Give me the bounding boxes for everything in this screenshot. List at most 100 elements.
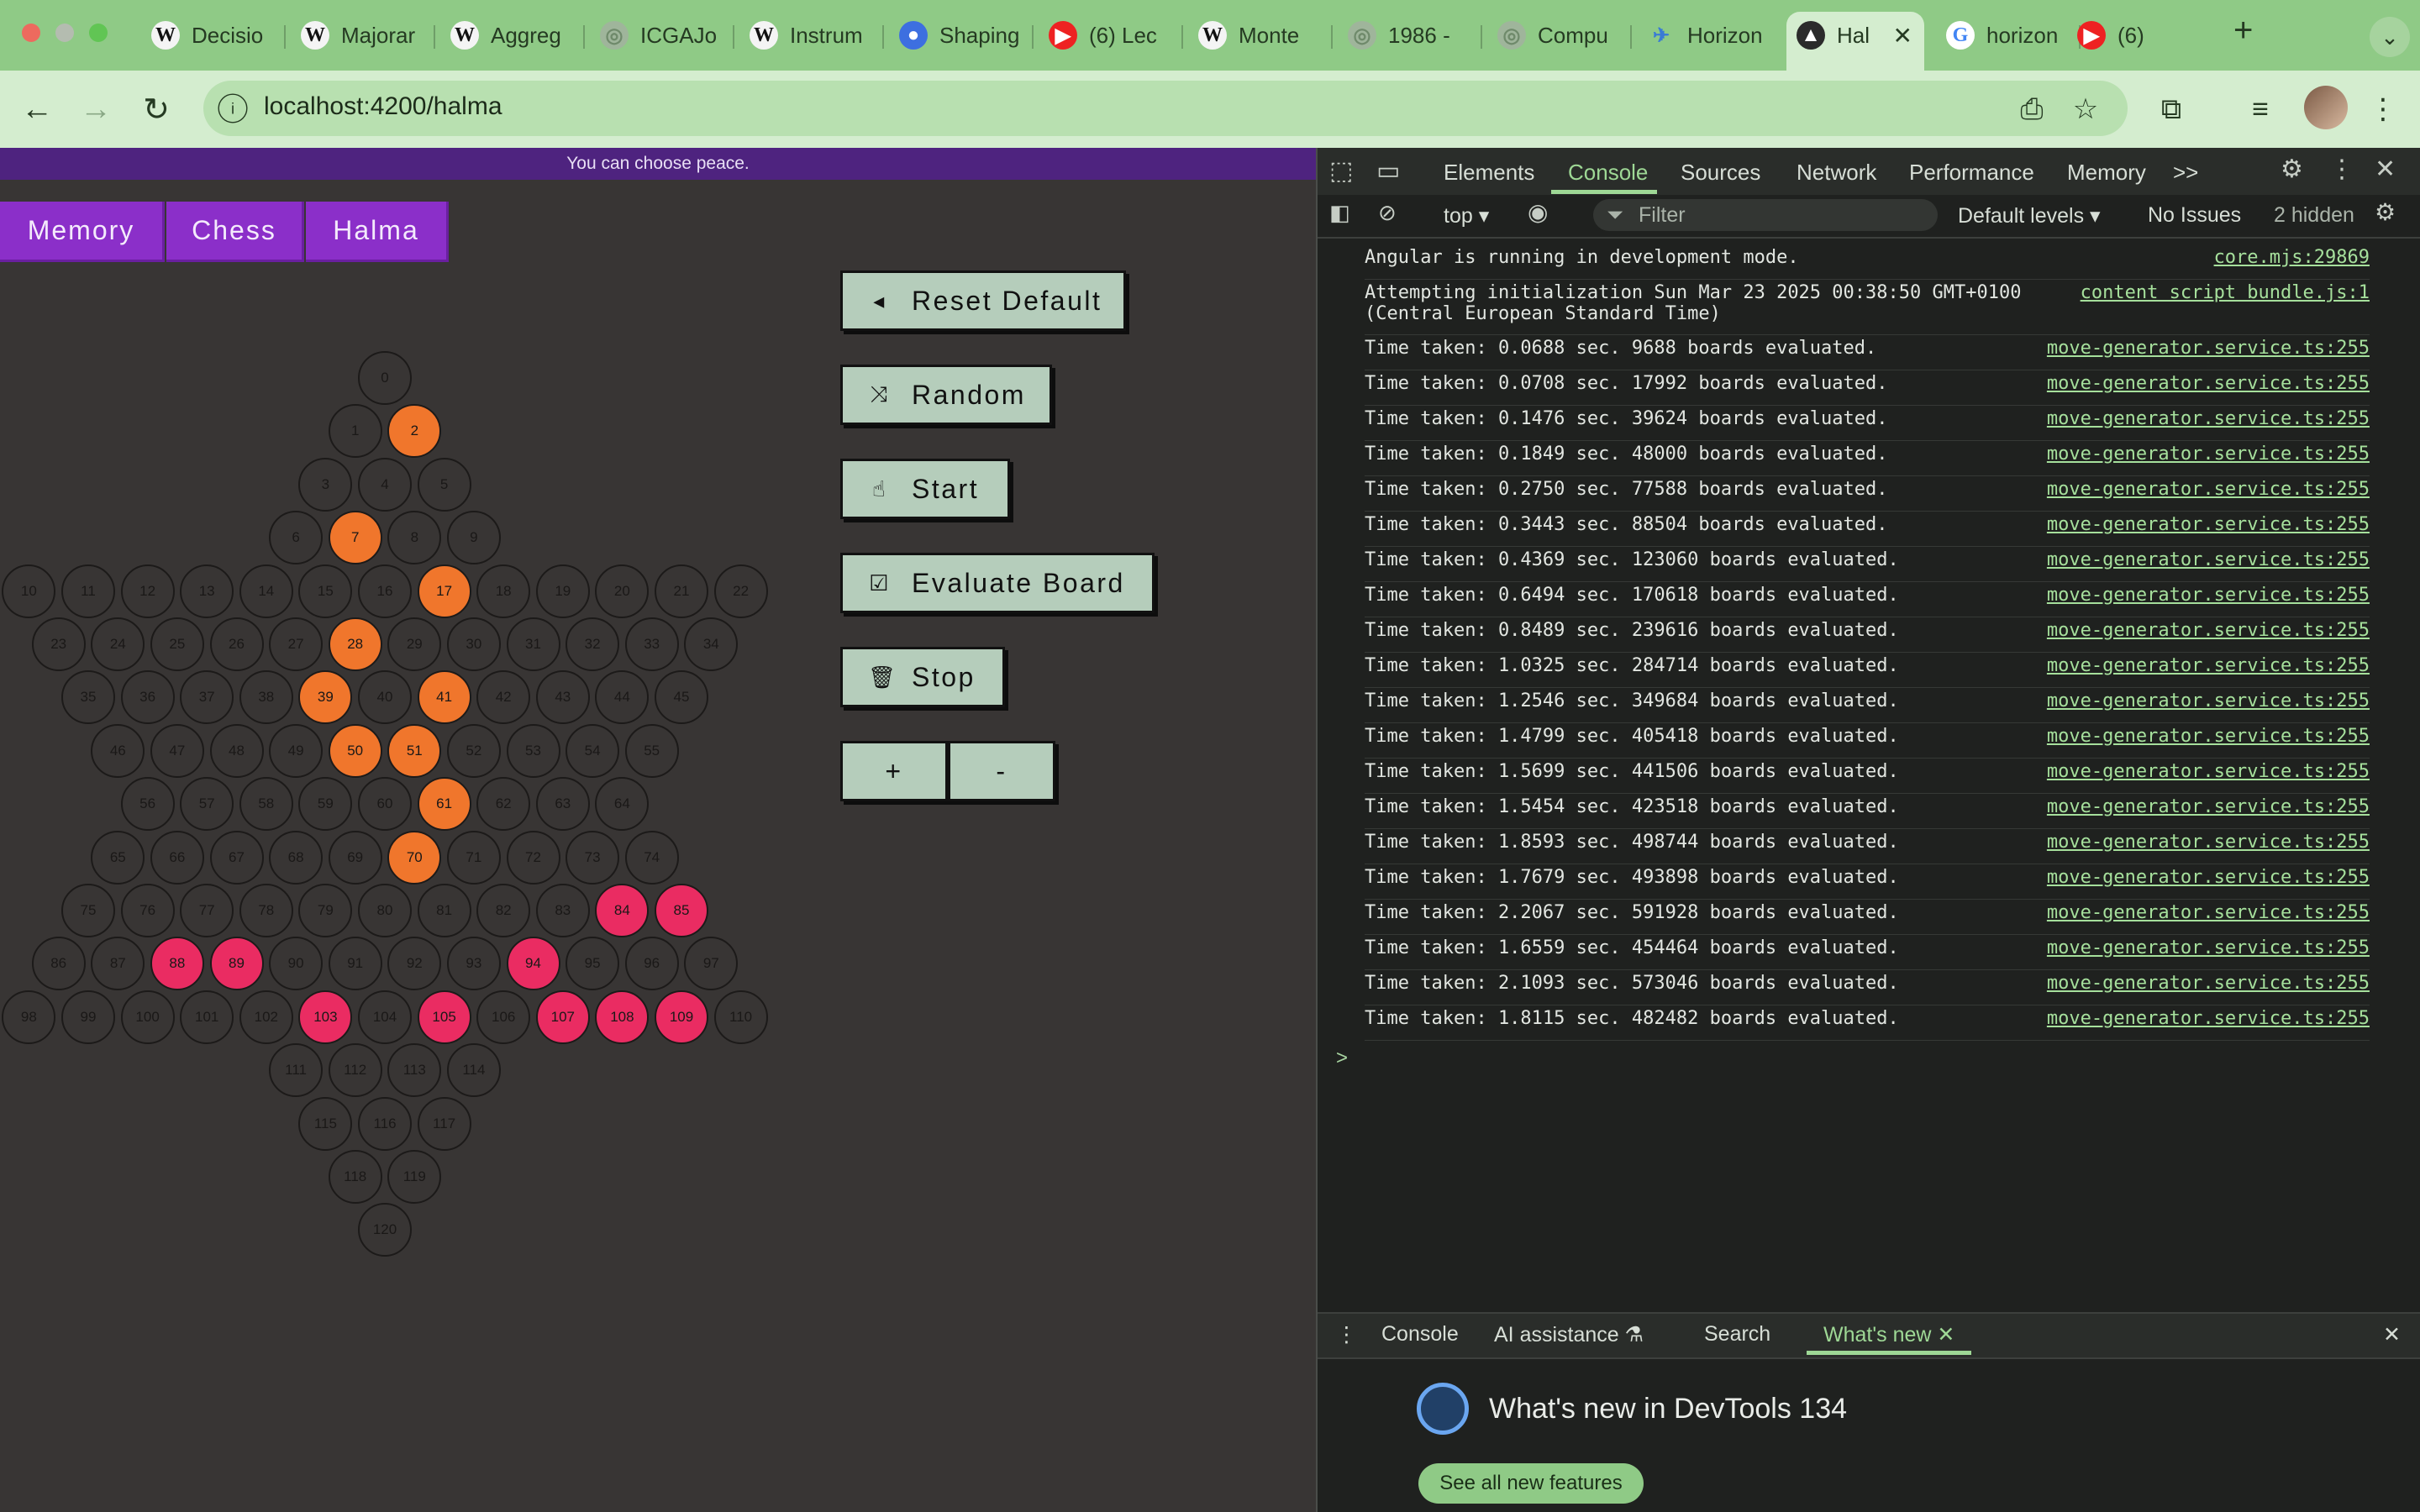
browser-tab[interactable]: ▲ Hal ✕ (1786, 12, 1924, 71)
browser-tab[interactable]: W Decisio (141, 12, 282, 59)
board-hole[interactable]: 58 (239, 777, 293, 832)
board-hole[interactable]: 43 (535, 670, 590, 725)
board-hole[interactable]: 106 (476, 990, 531, 1044)
board-hole[interactable]: 113 (387, 1043, 442, 1098)
board-hole[interactable]: 86 (31, 937, 86, 991)
pink-piece[interactable]: 89 (209, 937, 264, 991)
board-hole[interactable]: 54 (566, 723, 620, 778)
orange-piece[interactable]: 50 (328, 723, 382, 778)
log-source-link[interactable]: move-generator.service.ts:255 (2047, 585, 2370, 606)
board-hole[interactable]: 52 (446, 723, 501, 778)
reload-icon[interactable]: ↻ (134, 87, 178, 131)
nav-halma-button[interactable]: Halma (306, 202, 449, 262)
board-hole[interactable]: 35 (61, 670, 115, 725)
forward-icon[interactable]: → (74, 87, 118, 131)
log-source-link[interactable]: move-generator.service.ts:255 (2047, 549, 2370, 570)
close-window-button[interactable] (22, 24, 40, 42)
board-hole[interactable]: 80 (358, 884, 412, 937)
browser-tab[interactable]: ▶ (6) (2067, 12, 2235, 59)
board-hole[interactable]: 100 (120, 990, 175, 1044)
board-hole[interactable]: 75 (61, 884, 115, 937)
board-hole[interactable]: 45 (655, 670, 708, 725)
board-hole[interactable]: 57 (180, 777, 234, 832)
log-source-link[interactable]: content script bundle.js:1 (2081, 282, 2370, 303)
board-hole[interactable]: 8 (387, 511, 442, 565)
close-drawer-icon[interactable]: ✕ (2383, 1322, 2401, 1347)
board-hole[interactable]: 69 (328, 830, 382, 885)
board-hole[interactable]: 29 (387, 617, 442, 671)
board-hole[interactable]: 95 (566, 937, 620, 991)
browser-tab[interactable]: ◎ 1986 - (1338, 12, 1479, 59)
board-hole[interactable]: 99 (61, 990, 115, 1044)
pink-piece[interactable]: 94 (506, 937, 560, 991)
nav-memory-button[interactable]: Memory (0, 202, 165, 262)
drawer-tab-whats-new[interactable]: What's new ✕ (1823, 1322, 1954, 1347)
board-hole[interactable]: 76 (120, 884, 175, 937)
pink-piece[interactable]: 88 (150, 937, 204, 991)
board-hole[interactable]: 92 (387, 937, 442, 991)
log-source-link[interactable]: move-generator.service.ts:255 (2047, 655, 2370, 676)
board-hole[interactable]: 9 (446, 511, 501, 565)
board-hole[interactable]: 46 (91, 723, 145, 778)
drawer-tab-ai-assistance[interactable]: AI assistance ⚗ (1494, 1322, 1644, 1347)
board-hole[interactable]: 5 (417, 457, 471, 512)
browser-tab[interactable]: W Majorar (291, 12, 432, 59)
board-hole[interactable]: 119 (387, 1150, 442, 1204)
console-prompt[interactable]: > (1336, 1047, 1348, 1070)
drawer-menu-icon[interactable]: ⋮ (1336, 1322, 1357, 1347)
board-hole[interactable]: 21 (655, 564, 708, 618)
board-hole[interactable]: 115 (298, 1096, 353, 1151)
see-all-features-button[interactable]: See all new features (1418, 1463, 1644, 1504)
board-hole[interactable]: 36 (120, 670, 175, 725)
browser-tab[interactable]: ◎ ICGAJo (590, 12, 731, 59)
board-hole[interactable]: 101 (180, 990, 234, 1044)
board-hole[interactable]: 31 (506, 617, 560, 671)
board-hole[interactable]: 120 (358, 1203, 412, 1257)
start-button[interactable]: ☝ Start (840, 459, 1010, 519)
board-hole[interactable]: 1 (328, 404, 382, 459)
board-hole[interactable]: 4 (358, 457, 412, 512)
board-hole[interactable]: 59 (298, 777, 353, 832)
clear-console-icon[interactable]: ⊘ (1378, 200, 1397, 226)
board-hole[interactable]: 18 (476, 564, 531, 618)
browser-tab[interactable]: Ghorizon (1936, 12, 2077, 59)
board-hole[interactable]: 14 (239, 564, 293, 618)
device-toolbar-icon[interactable]: ▭ (1376, 156, 1400, 186)
board-hole[interactable]: 48 (209, 723, 264, 778)
stop-button[interactable]: 🗑 Stop (840, 647, 1005, 707)
board-hole[interactable]: 10 (2, 564, 56, 618)
log-source-link[interactable]: move-generator.service.ts:255 (2047, 761, 2370, 782)
board-hole[interactable]: 102 (239, 990, 293, 1044)
orange-piece[interactable]: 2 (387, 404, 442, 459)
more-tabs-icon[interactable]: >> (2173, 160, 2198, 186)
board-hole[interactable]: 81 (417, 884, 471, 937)
log-source-link[interactable]: move-generator.service.ts:255 (2047, 796, 2370, 817)
browser-tab[interactable]: ● Shaping (889, 12, 1030, 59)
board-hole[interactable]: 78 (239, 884, 293, 937)
board-hole[interactable]: 96 (624, 937, 679, 991)
board-hole[interactable]: 62 (476, 777, 531, 832)
board-hole[interactable]: 25 (150, 617, 204, 671)
log-source-link[interactable]: move-generator.service.ts:255 (2047, 620, 2370, 641)
board-hole[interactable]: 98 (2, 990, 56, 1044)
board-hole[interactable]: 32 (566, 617, 620, 671)
log-source-link[interactable]: move-generator.service.ts:255 (2047, 690, 2370, 711)
board-hole[interactable]: 19 (535, 564, 590, 618)
board-hole[interactable]: 110 (713, 990, 768, 1044)
board-hole[interactable]: 104 (358, 990, 412, 1044)
log-source-link[interactable]: move-generator.service.ts:255 (2047, 373, 2370, 394)
board-hole[interactable]: 67 (209, 830, 264, 885)
log-levels-dropdown[interactable]: Default levels ▾ (1958, 203, 2101, 228)
minimize-window-button[interactable] (55, 24, 74, 42)
reset-default-button[interactable]: ◂ Reset Default (840, 270, 1126, 331)
devtools-tab-sources[interactable]: Sources (1681, 160, 1760, 186)
close-devtools-icon[interactable]: ✕ (2375, 155, 2396, 184)
browser-tab[interactable]: ▶ (6) Lec (1039, 12, 1180, 59)
board-hole[interactable]: 24 (91, 617, 145, 671)
drawer-tab-search[interactable]: Search (1704, 1322, 1770, 1347)
nav-chess-button[interactable]: Chess (166, 202, 304, 262)
board-hole[interactable]: 15 (298, 564, 353, 618)
new-tab-button[interactable]: + (2233, 12, 2253, 50)
board-hole[interactable]: 22 (713, 564, 768, 618)
board-hole[interactable]: 56 (120, 777, 175, 832)
